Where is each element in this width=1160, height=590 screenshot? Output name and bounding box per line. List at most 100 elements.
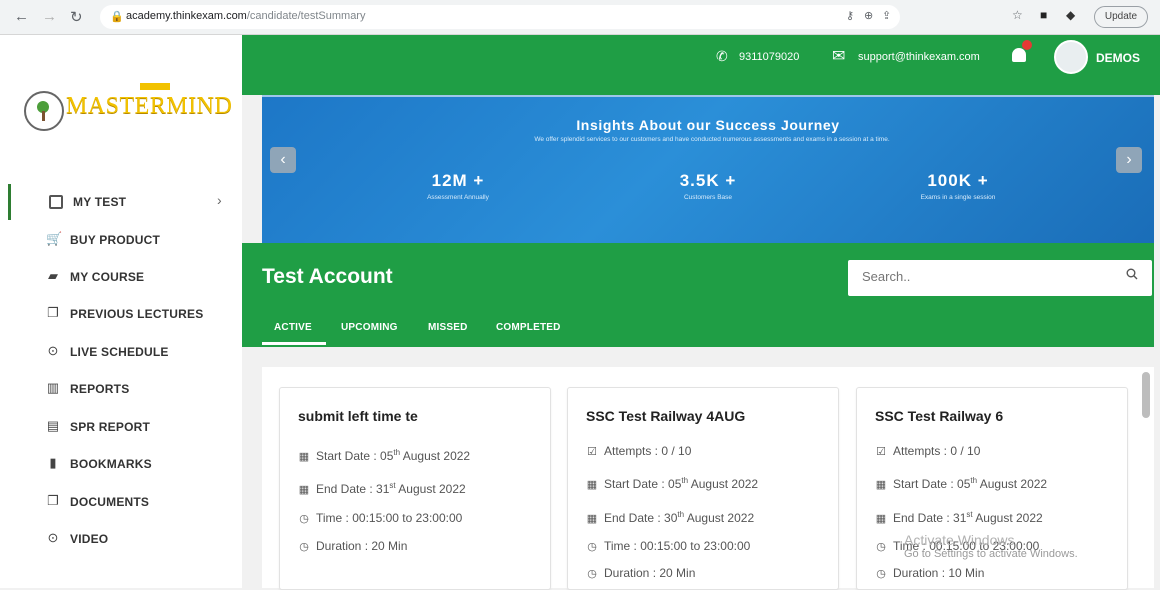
- sidebar-item-previous-lectures[interactable]: ❐ PREVIOUS LECTURES: [8, 296, 242, 332]
- tab-completed[interactable]: COMPLETED: [496, 322, 561, 333]
- sidebar-item-reports[interactable]: ▥ REPORTS: [8, 371, 242, 407]
- stat-value: 12M +: [431, 171, 485, 190]
- sidebar-item-label: DOCUMENTS: [70, 495, 150, 509]
- calendar-icon: ▦: [875, 479, 887, 491]
- copy-icon: ❐: [47, 493, 59, 508]
- url-text: academy.thinkexam.com/candidate/testSumm…: [126, 10, 365, 22]
- test-title: SSC Test Railway 4AUG: [586, 408, 746, 424]
- scrollbar[interactable]: [1142, 372, 1150, 418]
- stat-exams: 100K + Exams in a single session: [858, 171, 1058, 201]
- time-text: Time : 00:15:00 to 23:00:00: [604, 539, 751, 553]
- tab-active[interactable]: ACTIVE: [274, 322, 312, 333]
- address-bar[interactable]: 🔒 academy.thinkexam.com/candidate/testSu…: [100, 5, 900, 29]
- search-box[interactable]: [848, 260, 1152, 296]
- sidebar-item-video[interactable]: ⊙ VIDEO: [8, 521, 242, 557]
- carousel-prev-button[interactable]: ‹: [270, 147, 296, 173]
- chevron-right-icon: ›: [217, 192, 222, 208]
- sidebar-item-spr-report[interactable]: ▤ SPR REPORT: [8, 409, 242, 445]
- test-card[interactable]: submit left time te ▦ Start Date : 05th A…: [279, 387, 551, 590]
- play-circle-icon: ⊙: [47, 343, 59, 358]
- avatar[interactable]: [1054, 40, 1088, 74]
- clock-icon: ◷: [587, 541, 597, 553]
- banner-title: Insights About our Success Journey: [576, 117, 840, 133]
- end-date-rest: August 2022: [972, 511, 1043, 525]
- end-date: ▦ End Date : 31st August 2022: [298, 481, 466, 496]
- sidebar-item-bookmarks[interactable]: ▮ BOOKMARKS: [8, 446, 242, 482]
- phone-number[interactable]: 9311079020: [739, 51, 799, 63]
- carousel-next-button[interactable]: ›: [1116, 147, 1142, 173]
- end-date: ▦ End Date : 30th August 2022: [586, 510, 754, 525]
- calendar-icon: ▦: [586, 513, 598, 525]
- end-date-label: End Date : 30: [604, 511, 678, 525]
- end-date-rest: August 2022: [395, 482, 466, 496]
- start-date-rest: August 2022: [400, 449, 471, 463]
- clock-icon: ◷: [876, 541, 886, 553]
- calendar-icon: ▦: [298, 484, 310, 496]
- active-tab-indicator: [262, 342, 326, 345]
- sidebar-toggle-icon[interactable]: ■: [1040, 8, 1047, 22]
- duration: ◷ Duration : 20 Min: [586, 566, 695, 580]
- forward-arrow-icon[interactable]: →: [42, 8, 57, 25]
- sidebar-item-live-schedule[interactable]: ⊙ LIVE SCHEDULE: [8, 334, 242, 370]
- search-input[interactable]: [860, 268, 1114, 285]
- attempts-text: Attempts : 0 / 10: [604, 444, 692, 458]
- start-date-label: Start Date : 05: [893, 477, 971, 491]
- stat-caption: Assessment Annually: [427, 194, 489, 201]
- tab-missed[interactable]: MISSED: [428, 322, 468, 333]
- mastermind-logo[interactable]: MASTERMIND: [22, 83, 232, 137]
- share-icon[interactable]: ⇪: [882, 9, 891, 22]
- calendar-icon: ▦: [586, 479, 598, 491]
- duration-text: Duration : 20 Min: [316, 539, 408, 553]
- clock-icon: ◷: [587, 568, 597, 580]
- play-circle-icon: ⊙: [47, 530, 59, 545]
- stat-value: 100K +: [927, 171, 989, 190]
- support-email[interactable]: support@thinkexam.com: [858, 51, 980, 63]
- test-card[interactable]: SSC Test Railway 4AUG ☑ Attempts : 0 / 10…: [567, 387, 839, 590]
- page-title: Test Account: [262, 265, 393, 288]
- clock-icon: ◷: [299, 541, 309, 553]
- update-button[interactable]: Update: [1094, 6, 1148, 28]
- sidebar-item-documents[interactable]: ❐ DOCUMENTS: [8, 484, 242, 520]
- bell-icon[interactable]: [1012, 48, 1026, 62]
- user-name[interactable]: DEMOS: [1096, 51, 1140, 65]
- key-icon[interactable]: ⚷: [846, 9, 854, 22]
- calendar-icon: ▦: [298, 451, 310, 463]
- browser-toolbar: ← → ↻ 🔒 academy.thinkexam.com/candidate/…: [0, 0, 1160, 35]
- tab-upcoming[interactable]: UPCOMING: [341, 322, 398, 333]
- test-title: submit left time te: [298, 408, 418, 424]
- watermark-title: Activate Windows: [904, 532, 1015, 548]
- start-date: ▦ Start Date : 05th August 2022: [875, 476, 1047, 491]
- back-arrow-icon[interactable]: ←: [14, 8, 29, 25]
- activation-watermark: Activate Windows Go to Settings to activ…: [904, 532, 1078, 560]
- time-range: ◷ Time : 00:15:00 to 23:00:00: [298, 511, 462, 525]
- copy-icon: ❐: [47, 305, 59, 320]
- bar-chart-icon: ▥: [46, 380, 60, 395]
- star-icon[interactable]: ☆: [1012, 8, 1023, 22]
- checkbox-icon: ☑: [876, 446, 886, 458]
- zoom-icon[interactable]: ⊕: [864, 9, 873, 22]
- sidebar-item-buy-product[interactable]: 🛒 BUY PRODUCT: [8, 222, 242, 258]
- sidebar-item-my-course[interactable]: ▰ MY COURSE: [8, 259, 242, 295]
- end-date-rest: August 2022: [684, 511, 755, 525]
- reload-icon[interactable]: ↻: [70, 8, 83, 26]
- attempts: ☑ Attempts : 0 / 10: [586, 444, 691, 458]
- search-icon[interactable]: [1126, 268, 1138, 280]
- duration-text: Duration : 20 Min: [604, 566, 696, 580]
- end-date-label: End Date : 31: [316, 482, 390, 496]
- phone-icon: ✆: [716, 48, 728, 64]
- book-icon: ▰: [48, 268, 58, 283]
- url-host: academy.thinkexam.com: [126, 10, 247, 22]
- brand-name: MASTERMIND: [66, 93, 233, 119]
- checkbox-icon: [49, 195, 63, 209]
- sidebar-item-label: MY TEST: [73, 195, 127, 209]
- checkbox-icon: ☑: [587, 446, 597, 458]
- start-date-label: Start Date : 05: [316, 449, 394, 463]
- stat-value: 3.5K +: [679, 171, 737, 190]
- file-icon: ▤: [46, 418, 60, 433]
- extension-icon[interactable]: ◆: [1066, 8, 1075, 22]
- banner-subtitle: We offer splendid services to our custom…: [534, 136, 890, 143]
- sidebar-item-label: PREVIOUS LECTURES: [70, 307, 204, 321]
- sidebar-item-my-test[interactable]: MY TEST ›: [8, 184, 245, 220]
- duration-text: Duration : 10 Min: [893, 566, 985, 580]
- end-date: ▦ End Date : 31st August 2022: [875, 510, 1043, 525]
